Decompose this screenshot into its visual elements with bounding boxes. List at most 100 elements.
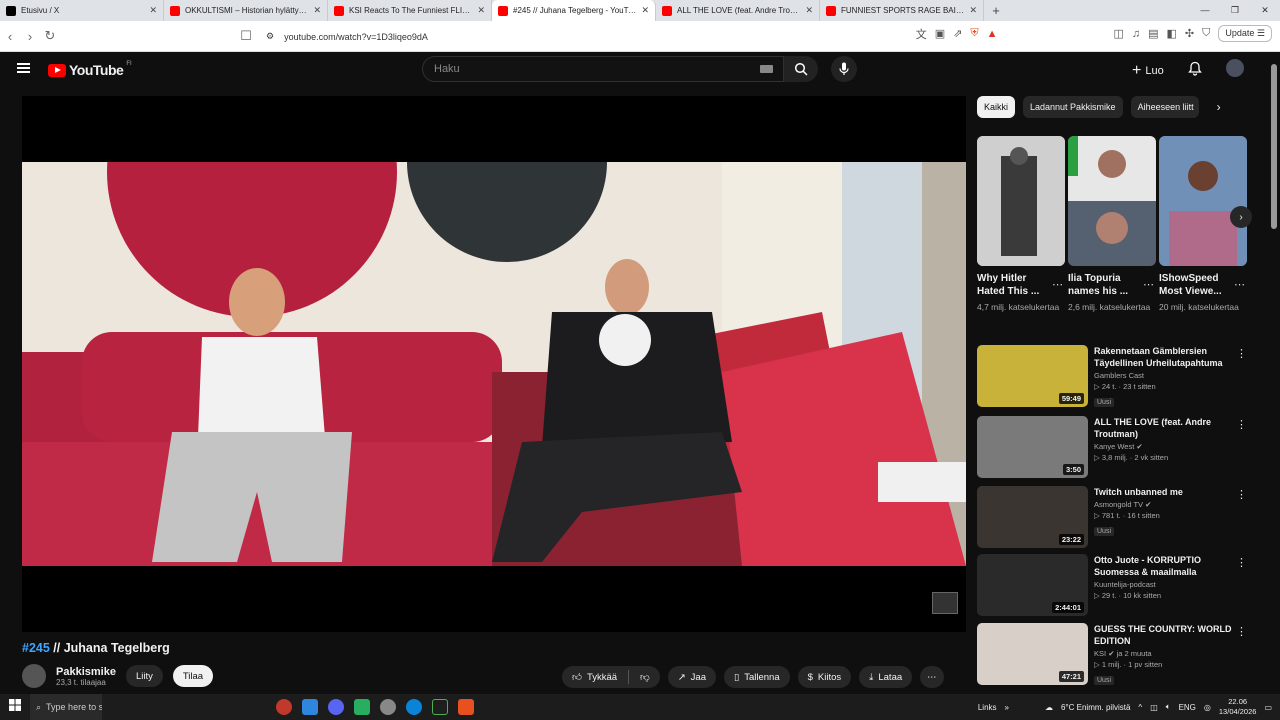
opera-icon[interactable] <box>276 699 292 715</box>
screenshot-icon[interactable]: ▣ <box>935 27 945 40</box>
video-title[interactable]: Rakennetaan Gämblersien Täydellinen Urhe… <box>1094 345 1247 369</box>
tray-up-icon[interactable]: ^ <box>1138 703 1142 712</box>
create-button[interactable]: + Luo <box>1132 62 1164 80</box>
video-frame[interactable] <box>22 162 966 566</box>
sidebar-toggle-icon[interactable]: ◫ <box>1113 27 1123 40</box>
bookmark-icon[interactable]: ☐ <box>236 28 256 44</box>
video-title[interactable]: ALL THE LOVE (feat. Andre Troutman) <box>1094 416 1247 440</box>
chip-all[interactable]: Kaikki <box>977 96 1016 118</box>
video-thumbnail[interactable]: 23:22 <box>977 486 1088 548</box>
share-button[interactable]: ↗ Jaa <box>667 666 716 688</box>
channel-name[interactable]: Pakkismike <box>56 666 116 678</box>
video-thumbnail[interactable]: 59:49 <box>977 345 1088 407</box>
wifi-icon[interactable]: ◎ <box>1204 703 1211 712</box>
translate-icon[interactable]: 文 <box>916 26 927 42</box>
chip-related[interactable]: Aiheeseen liitt <box>1130 96 1199 118</box>
edge-icon[interactable] <box>406 699 422 715</box>
recommended-video[interactable]: 59:49 Rakennetaan Gämblersien Täydellinen… <box>977 345 1247 409</box>
reload-icon[interactable]: ↻ <box>40 28 60 44</box>
vpn-icon[interactable]: ⛉ <box>1202 27 1210 40</box>
video-menu-icon[interactable]: ⋮ <box>1236 556 1247 569</box>
short-title[interactable]: Why Hitler Hated This ... <box>977 272 1049 298</box>
short-thumbnail[interactable] <box>1068 136 1156 266</box>
browser-tab[interactable]: Etusivu / X ✕ <box>0 0 164 21</box>
video-channel[interactable]: Kanye West ✔ <box>1094 442 1247 451</box>
discord-icon[interactable] <box>328 699 344 715</box>
youtube-logo[interactable]: YouTube FI <box>48 61 132 78</box>
browser-tab[interactable]: OKKULTISMI – Historian hylätty tietouus ✕ <box>164 0 328 21</box>
video-thumbnail[interactable]: 2:44:01 <box>977 554 1088 616</box>
video-player[interactable] <box>22 96 966 632</box>
recommended-video[interactable]: 47:21 GUESS THE COUNTRY: WORLD EDITION KSI… <box>977 623 1247 687</box>
short-title[interactable]: Ilia Topuria names his ... <box>1068 272 1140 298</box>
short-thumbnail[interactable] <box>977 136 1065 266</box>
video-title-hashtag[interactable]: #245 <box>22 641 50 655</box>
short-menu-icon[interactable]: ⋯ <box>1052 278 1063 291</box>
video-menu-icon[interactable]: ⋮ <box>1236 625 1247 638</box>
reading-list-icon[interactable]: ▤ <box>1148 27 1158 40</box>
windows-start-icon[interactable] <box>0 698 30 716</box>
tab-close-icon[interactable]: ✕ <box>149 5 157 16</box>
browser-tab[interactable]: #245 // Juhana Tegelberg - YouTube ✕ <box>492 0 656 21</box>
close-window-icon[interactable]: ✕ <box>1250 0 1280 21</box>
update-button[interactable]: Update ☰ <box>1218 25 1272 42</box>
thumbs-down-icon[interactable]: 👎︎ <box>640 671 650 683</box>
shorts-next-button[interactable]: › <box>1230 206 1252 228</box>
video-thumbnail[interactable]: 47:21 <box>977 623 1088 685</box>
hamburger-menu-icon[interactable] <box>17 63 30 73</box>
channel-watermark[interactable] <box>932 592 958 614</box>
video-title[interactable]: Twitch unbanned me <box>1094 486 1247 498</box>
tab-close-icon[interactable]: ✕ <box>805 5 813 16</box>
media-player-icon[interactable] <box>432 699 448 715</box>
new-tab-button[interactable]: + <box>984 3 1008 18</box>
recommended-video[interactable]: 23:22 Twitch unbanned me Asmongold TV ✔ ▷ 7… <box>977 486 1247 548</box>
short-menu-icon[interactable]: ⋯ <box>1234 278 1245 291</box>
weather-text[interactable]: 6°C Enimm. pilvistä <box>1061 703 1130 712</box>
tab-close-icon[interactable]: ✕ <box>969 5 977 16</box>
account-avatar[interactable] <box>1226 59 1244 77</box>
notification-center-icon[interactable]: ▭ <box>1264 703 1272 712</box>
channel-avatar[interactable] <box>22 664 46 688</box>
video-channel[interactable]: KSI ✔ ja 2 muuta <box>1094 649 1247 658</box>
links-toolbar[interactable]: Links <box>978 703 997 712</box>
video-channel[interactable]: Kuuntelija-podcast <box>1094 580 1247 589</box>
recommended-video[interactable]: 2:44:01 Otto Juote - KORRUPTIO Suomessa &… <box>977 554 1247 616</box>
short-menu-icon[interactable]: ⋯ <box>1143 278 1154 291</box>
video-title[interactable]: GUESS THE COUNTRY: WORLD EDITION <box>1094 623 1247 647</box>
brave-icon[interactable] <box>458 699 474 715</box>
video-channel[interactable]: Asmongold TV ✔ <box>1094 500 1247 509</box>
video-title[interactable]: Otto Juote - KORRUPTIO Suomessa & maailm… <box>1094 554 1247 578</box>
video-thumbnail[interactable]: 3:50 <box>977 416 1088 478</box>
subscribe-button[interactable]: Tilaa <box>172 665 214 687</box>
short-item[interactable]: Why Hitler Hated This ... 4,7 milj. kats… <box>977 136 1065 313</box>
save-button[interactable]: ▯ Tallenna <box>724 666 790 688</box>
short-title[interactable]: IShowSpeed Most Viewe... <box>1159 272 1231 298</box>
page-scrollbar[interactable] <box>1268 52 1280 690</box>
language-indicator[interactable]: ENG <box>1179 703 1196 712</box>
back-icon[interactable]: ‹ <box>0 29 20 44</box>
chevron-double-icon[interactable]: » <box>1005 703 1009 712</box>
browser-tab[interactable]: KSI Reacts To The Funniest FLIGHT REACTS… <box>328 0 492 21</box>
join-button[interactable]: Liity <box>125 665 163 687</box>
notifications-bell-icon[interactable] <box>1188 61 1202 81</box>
video-menu-icon[interactable]: ⋮ <box>1236 488 1247 501</box>
search-button[interactable] <box>784 56 818 82</box>
extensions-icon[interactable]: ✣ <box>1185 27 1194 40</box>
voice-search-button[interactable] <box>831 56 857 82</box>
brave-rewards-icon[interactable]: ▲ <box>987 28 998 40</box>
scrollbar-thumb[interactable] <box>1271 64 1277 229</box>
keyboard-icon[interactable] <box>760 65 773 73</box>
share-page-icon[interactable]: ⇗ <box>953 27 962 40</box>
recommended-video[interactable]: 3:50 ALL THE LOVE (feat. Andre Troutman) K… <box>977 416 1247 478</box>
browser-tab[interactable]: FUNNIEST SPORTS RAGE BAIT MOMENTS ✕ <box>820 0 984 21</box>
tab-close-icon[interactable]: ✕ <box>313 5 321 16</box>
chat-app-icon[interactable] <box>302 699 318 715</box>
clock[interactable]: 22.06 13/04/2026 <box>1219 697 1257 717</box>
chevron-right-icon[interactable]: › <box>1217 100 1221 114</box>
taskbar-search-input[interactable]: ⌕ Type here to search <box>30 694 102 720</box>
thanks-button[interactable]: $ Kiitos <box>797 666 852 688</box>
restore-icon[interactable]: ❐ <box>1220 0 1250 21</box>
game-app-icon[interactable] <box>354 699 370 715</box>
search-input[interactable]: Haku <box>422 56 784 82</box>
like-button[interactable]: 👍︎ Tykkää 👎︎ <box>562 666 660 688</box>
